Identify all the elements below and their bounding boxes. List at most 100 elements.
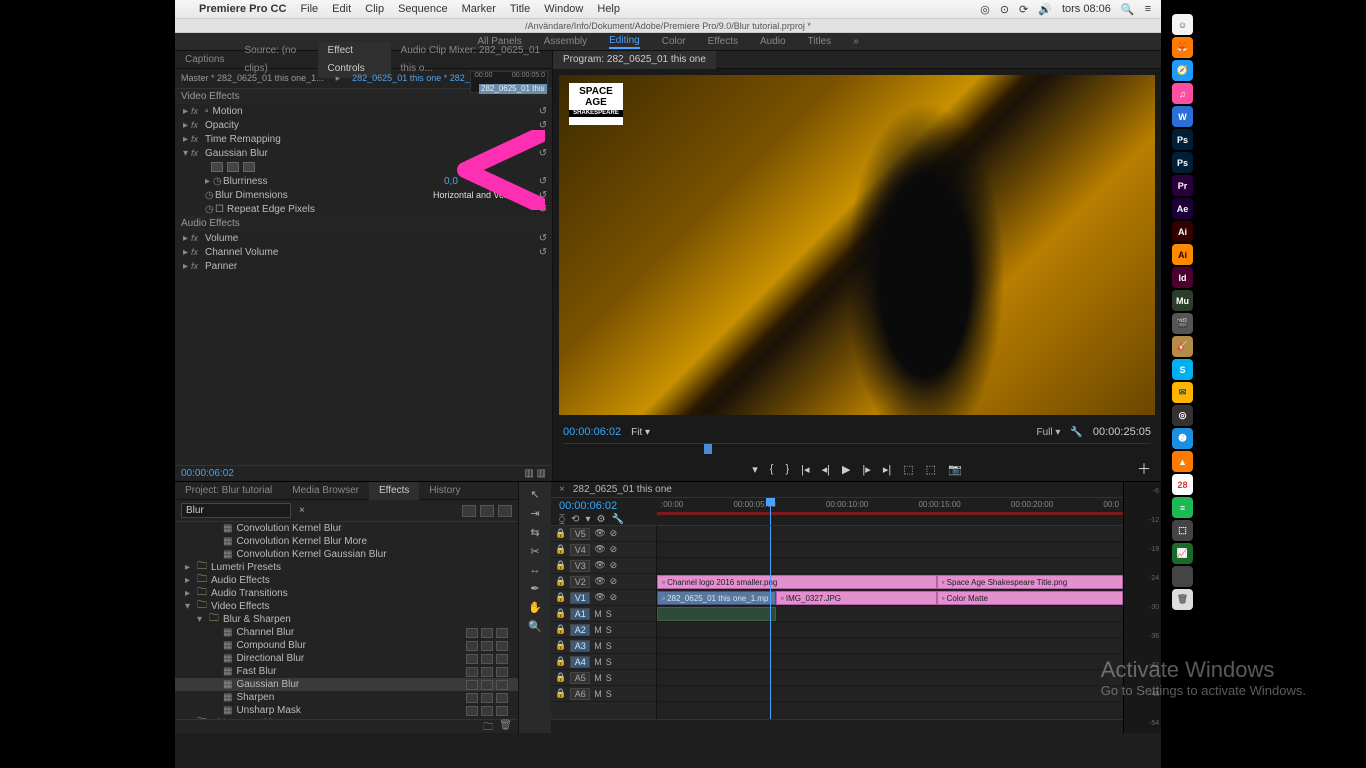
volume-icon[interactable]: 🔊 (1038, 3, 1052, 16)
dock-app[interactable]: Ae (1172, 198, 1193, 219)
menu-sequence[interactable]: Sequence (398, 3, 448, 15)
effects-tree-item[interactable]: ▾🗀Blur & Sharpen (175, 613, 518, 626)
track-header-a5[interactable]: 🔒A5MS (551, 670, 656, 686)
effects-tree-item[interactable]: ▦Convolution Kernel Gaussian Blur (175, 548, 518, 561)
step-fwd-button[interactable]: |▸ (862, 463, 870, 476)
timeline-tracks[interactable]: ▫ Channel logo 2016 smaller.png ▫ Space … (657, 526, 1123, 719)
effect-volume[interactable]: ▸fxVolume↺ (175, 231, 552, 245)
program-monitor-view[interactable]: SPACEAGE SHAKESPEARE (559, 75, 1155, 415)
effect-gaussian-blur[interactable]: ▾fxGaussian Blur↺ (175, 146, 552, 160)
track-headers[interactable]: 🔒V5👁⊘🔒V4👁⊘🔒V3👁⊘🔒V2👁⊘🔒V1👁⊘🔒A1MS🔒A2MS🔒A3MS… (551, 526, 657, 719)
zoom-tool[interactable]: 🔍 (528, 620, 542, 633)
menu-clip[interactable]: Clip (365, 3, 384, 15)
effects-tree-item[interactable]: ▦Convolution Kernel Blur More (175, 535, 518, 548)
dock-app[interactable]: ☺ (1172, 14, 1193, 35)
dock-app[interactable]: W (1172, 106, 1193, 127)
close-seq-icon[interactable]: × (559, 484, 565, 495)
dock-app[interactable]: Ps (1172, 129, 1193, 150)
sequence-name[interactable]: 282_0625_01 this one (573, 484, 672, 495)
hand-tool[interactable]: ✋ (528, 601, 542, 614)
workspace-editing[interactable]: Editing (609, 35, 640, 49)
clip-v1a[interactable]: ▫ 282_0625_01 this one_1.mp (657, 591, 776, 605)
menu-file[interactable]: File (300, 3, 318, 15)
effect-time-remap[interactable]: ▸fxTime Remapping (175, 132, 552, 146)
effects-search-input[interactable] (181, 503, 291, 518)
extract-button[interactable]: ⬚ (926, 463, 936, 476)
param-blur-dimensions[interactable]: ◷Blur DimensionsHorizontal and Vertical↺ (175, 188, 552, 202)
clear-search-button[interactable]: × (299, 505, 305, 516)
effects-tree-item[interactable]: ▾🗀Video Effects (175, 600, 518, 613)
track-header-a3[interactable]: 🔒A3MS (551, 638, 656, 654)
clip-a1[interactable] (657, 607, 776, 621)
dock-app[interactable]: Id (1172, 267, 1193, 288)
dock-app[interactable]: Ps (1172, 152, 1193, 173)
effects-tree-item[interactable]: ▦Gaussian Blur (175, 678, 518, 691)
track-header-a6[interactable]: 🔒A6MS (551, 686, 656, 702)
razor-tool[interactable]: ✂ (530, 545, 539, 558)
dock-app[interactable]: ♫ (1172, 83, 1193, 104)
resolution-dropdown[interactable]: Full ▾ (1036, 427, 1060, 438)
param-blurriness[interactable]: ▸◷Blurriness0,0↺ (175, 174, 552, 188)
track-header-v5[interactable]: 🔒V5👁⊘ (551, 526, 656, 542)
dock-app[interactable]: Ai (1172, 244, 1193, 265)
dock-app[interactable]: 📈 (1172, 543, 1193, 564)
effects-tree-item[interactable]: ▦Convolution Kernel Blur (175, 522, 518, 535)
linked-sel-icon[interactable]: ⟲ (571, 514, 579, 525)
effects-tree-item[interactable]: ▦Directional Blur (175, 652, 518, 665)
tab-captions[interactable]: Captions (175, 51, 234, 69)
effects-tree[interactable]: ▦Convolution Kernel Blur▦Convolution Ker… (175, 522, 518, 719)
track-header-a1[interactable]: 🔒A1MS (551, 606, 656, 622)
dock-app[interactable]: 🗑 (1172, 589, 1193, 610)
dock-app[interactable]: 🧭 (1172, 60, 1193, 81)
track-header-v1[interactable]: 🔒V1👁⊘ (551, 590, 656, 606)
tab-program[interactable]: Program: 282_0625_01 this one (553, 51, 716, 69)
param-repeat-edge[interactable]: ◷☐Repeat Edge Pixels↺ (175, 202, 552, 216)
mark-out-button[interactable]: } (785, 463, 789, 475)
menu-marker[interactable]: Marker (462, 3, 496, 15)
lift-button[interactable]: ⬚ (903, 463, 913, 476)
wrench-icon[interactable]: 🔧 (611, 514, 623, 525)
snap-icon[interactable]: ⧲ (559, 514, 565, 525)
dock-app[interactable]: Mu (1172, 290, 1193, 311)
track-header-v2[interactable]: 🔒V2👁⊘ (551, 574, 656, 590)
workspace-overflow[interactable]: » (853, 36, 859, 47)
dock-app[interactable]: ▲ (1172, 451, 1193, 472)
effect-opacity[interactable]: ▸fxOpacity↺ (175, 118, 552, 132)
effect-type-badges[interactable] (462, 505, 512, 517)
add-marker-button[interactable]: ▾ (752, 463, 758, 476)
effect-controls-timecode[interactable]: 00:00:06:02 (181, 468, 234, 479)
track-select-tool[interactable]: ⇥ (530, 507, 539, 520)
mask-tools[interactable] (175, 160, 552, 174)
track-header-v4[interactable]: 🔒V4👁⊘ (551, 542, 656, 558)
dock-app[interactable]: Pr (1172, 175, 1193, 196)
effects-tree-item[interactable]: ▸🗀Lumetri Presets (175, 561, 518, 574)
menu-help[interactable]: Help (597, 3, 620, 15)
dock-app[interactable]: Ai (1172, 221, 1193, 242)
play-button[interactable]: ▶ (842, 463, 850, 476)
track-header-v3[interactable]: 🔒V3👁⊘ (551, 558, 656, 574)
zoom-fit-dropdown[interactable]: Fit ▾ (631, 427, 650, 438)
workspace-audio[interactable]: Audio (760, 36, 786, 47)
clip-v2b[interactable]: ▫ Space Age Shakespeare Title.png (937, 575, 1123, 589)
effects-tree-item[interactable]: ▸🗀Audio Transitions (175, 587, 518, 600)
effect-motion[interactable]: ▸fx▫Motion↺ (175, 104, 552, 118)
effect-channel-volume[interactable]: ▸fxChannel Volume↺ (175, 245, 552, 259)
spotlight-icon[interactable]: 🔍 (1121, 3, 1135, 16)
export-frame-button[interactable]: 📷 (948, 463, 962, 476)
settings-icon[interactable]: ⚙ (596, 514, 605, 525)
effects-tree-item[interactable]: ▦Unsharp Mask (175, 704, 518, 717)
delete-icon[interactable]: 🗑 (499, 720, 512, 733)
tab-project[interactable]: Project: Blur tutorial (175, 482, 282, 500)
new-bin-icon[interactable]: 🗀 (483, 720, 493, 733)
program-timecode[interactable]: 00:00:06:02 (563, 426, 621, 438)
marker-icon[interactable]: ▾ (585, 514, 590, 525)
ripple-tool[interactable]: ⇆ (530, 526, 539, 539)
dock-app[interactable]: S (1172, 359, 1193, 380)
button-editor[interactable]: ＋ (1137, 459, 1151, 479)
effects-tree-item[interactable]: ▦Fast Blur (175, 665, 518, 678)
effects-tree-item[interactable]: ▦Channel Blur (175, 626, 518, 639)
mini-timeline[interactable]: :00:0000:00:05:0 282_0625_01 this on (470, 71, 548, 93)
pen-tool[interactable]: ✒ (530, 582, 539, 595)
slip-tool[interactable]: ↔ (530, 564, 541, 576)
goto-in-button[interactable]: |◂ (801, 463, 809, 476)
